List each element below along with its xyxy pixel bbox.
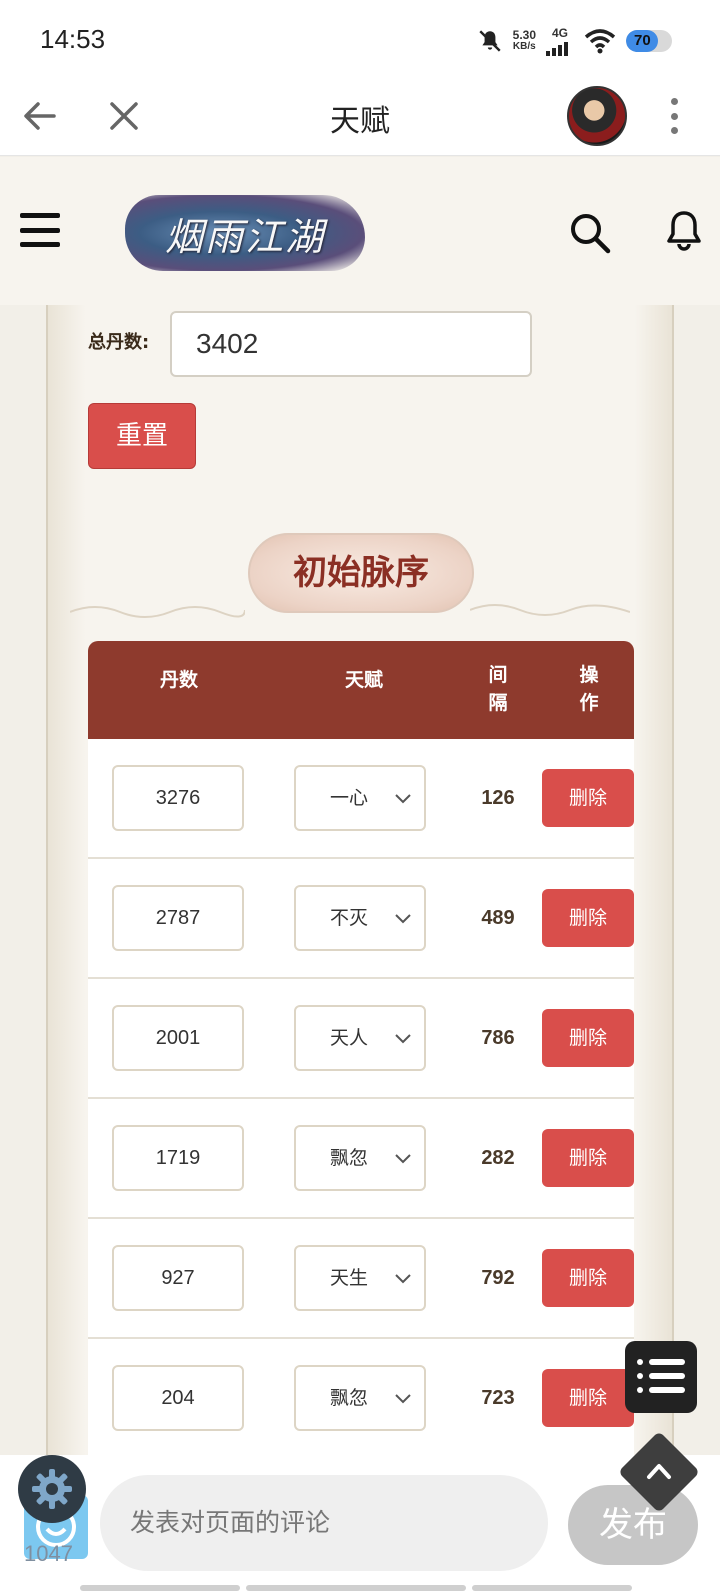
delete-button[interactable]: 删除 — [542, 1249, 634, 1307]
chevron-down-icon — [395, 1154, 411, 1164]
dan-input[interactable]: 204 — [112, 1365, 244, 1431]
chevron-down-icon — [395, 794, 411, 804]
signal-icon — [546, 42, 568, 56]
header-talent: 天赋 — [344, 669, 383, 691]
hamburger-menu-icon[interactable] — [20, 213, 60, 247]
dot-icon — [670, 98, 678, 105]
site-logo[interactable]: 烟雨江湖 — [125, 195, 365, 271]
bell-icon — [667, 211, 701, 251]
header-dan: 丹数 — [159, 669, 198, 691]
gap-value: 723 — [481, 1387, 515, 1409]
gap-value: 282 — [481, 1147, 515, 1169]
battery-indicator: 70 — [626, 30, 672, 52]
table-row: 3276 一心 126 删除 — [88, 739, 634, 859]
more-menu-button[interactable] — [664, 96, 684, 136]
search-button[interactable] — [568, 211, 612, 255]
comment-input[interactable]: 发表对页面的评论 — [100, 1475, 548, 1571]
wave-decoration-right — [470, 604, 630, 616]
dan-input[interactable]: 1719 — [112, 1125, 244, 1191]
talent-select[interactable]: 不灭 — [294, 885, 426, 951]
gap-value: 126 — [481, 787, 515, 809]
wifi-icon — [584, 29, 616, 54]
status-time: 14:53 — [40, 24, 106, 54]
dot-icon — [670, 127, 678, 134]
signal-group: 4G — [546, 26, 574, 56]
header-gap: 间 隔 — [488, 664, 508, 714]
talent-select[interactable]: 天生 — [294, 1245, 426, 1311]
total-dan-label: 总丹数: — [88, 332, 150, 353]
total-dan-input[interactable]: 3402 — [170, 311, 532, 377]
app-bar: 天赋 — [0, 80, 720, 156]
gap-value: 489 — [481, 907, 515, 929]
gesture-bar — [80, 1585, 632, 1591]
table-row: 1719 飘忽 282 删除 — [88, 1099, 634, 1219]
chevron-down-icon — [395, 1034, 411, 1044]
table-row: 2787 不灭 489 删除 — [88, 859, 634, 979]
publish-button[interactable]: 发布 — [568, 1485, 698, 1565]
talent-select[interactable]: 一心 — [294, 765, 426, 831]
delete-button[interactable]: 删除 — [542, 769, 634, 827]
dan-input[interactable]: 2001 — [112, 1005, 244, 1071]
reset-button[interactable]: 重置 — [88, 403, 196, 469]
header-action: 操 作 — [579, 664, 599, 714]
section-title: 初始脉序 — [248, 533, 474, 613]
table-header: 丹数 天赋 间 隔 操 作 — [88, 641, 634, 739]
dan-input[interactable]: 3276 — [112, 765, 244, 831]
delete-button[interactable]: 删除 — [542, 1009, 634, 1067]
network-type: 4G — [551, 26, 568, 40]
gear-icon — [32, 1469, 72, 1509]
chevron-down-icon — [395, 1394, 411, 1404]
logo-text: 烟雨江湖 — [164, 214, 325, 259]
chevron-down-icon — [395, 1274, 411, 1284]
badge-count: 1047 — [24, 1541, 73, 1566]
list-icon — [637, 1359, 685, 1365]
notification-button[interactable] — [664, 209, 704, 253]
dan-input[interactable]: 927 — [112, 1245, 244, 1311]
wave-decoration-left — [70, 606, 245, 618]
gap-value: 792 — [481, 1267, 515, 1289]
dan-input[interactable]: 2787 — [112, 885, 244, 951]
gap-value: 786 — [481, 1027, 515, 1049]
toc-list-button[interactable] — [625, 1341, 697, 1413]
status-icons: 5.30 KB/s 4G 70 — [477, 26, 672, 56]
table-row: 2001 天人 786 删除 — [88, 979, 634, 1099]
talent-select[interactable]: 天人 — [294, 1005, 426, 1071]
avatar[interactable] — [567, 86, 627, 146]
delete-button[interactable]: 删除 — [542, 1369, 634, 1427]
table-row: 927 天生 792 删除 — [88, 1219, 634, 1339]
comment-bar: 1047 发表对页面的评论 发布 — [0, 1430, 720, 1595]
talent-select[interactable]: 飘忽 — [294, 1125, 426, 1191]
mute-bell-icon — [479, 30, 501, 52]
chevron-up-icon — [647, 1464, 671, 1479]
dot-icon — [670, 112, 678, 120]
network-speed: 5.30 KB/s — [512, 28, 536, 52]
delete-button[interactable]: 删除 — [542, 889, 634, 947]
search-icon — [571, 214, 611, 254]
table-row: 204 飘忽 723 删除 — [88, 1339, 634, 1459]
chevron-down-icon — [395, 914, 411, 924]
delete-button[interactable]: 删除 — [542, 1129, 634, 1187]
site-header: 烟雨江湖 — [0, 157, 720, 305]
status-bar: 14:53 5.30 KB/s 4G 70 — [0, 0, 720, 80]
settings-button[interactable] — [18, 1455, 86, 1523]
talent-select[interactable]: 飘忽 — [294, 1365, 426, 1431]
talent-table: 丹数 天赋 间 隔 操 作 3276 一心 126 删除 2787 不灭 489… — [88, 641, 634, 1459]
